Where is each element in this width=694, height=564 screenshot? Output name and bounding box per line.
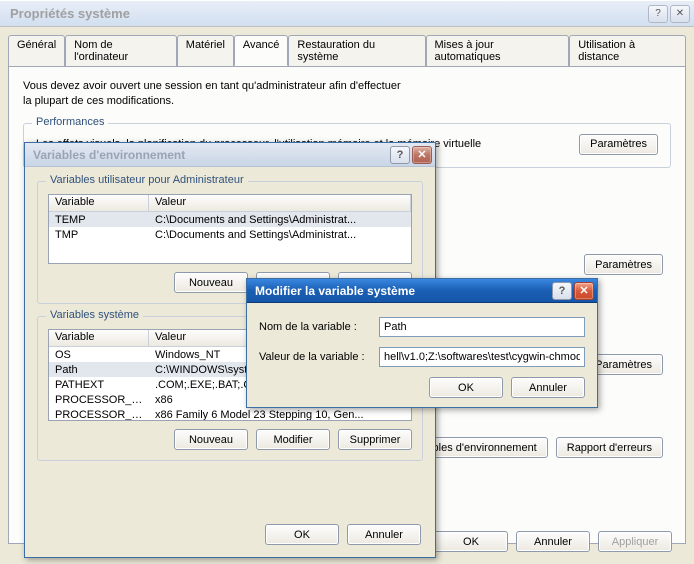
tab-hardware[interactable]: Matériel bbox=[177, 35, 234, 66]
var-name-input[interactable] bbox=[379, 317, 585, 337]
edit-dialog-title-bar: Modifier la variable système ? ✕ bbox=[247, 279, 597, 303]
col-value[interactable]: Valeur bbox=[149, 195, 411, 211]
profiles-settings-button[interactable]: Paramètres bbox=[584, 254, 663, 275]
tab-auto-updates[interactable]: Mises à jour automatiques bbox=[426, 35, 570, 66]
sys-delete-button[interactable]: Supprimer bbox=[338, 429, 412, 450]
close-icon[interactable]: ✕ bbox=[412, 146, 432, 164]
help-icon[interactable]: ? bbox=[648, 5, 668, 23]
edit-cancel-button[interactable]: Annuler bbox=[511, 377, 585, 398]
sys-new-button[interactable]: Nouveau bbox=[174, 429, 248, 450]
env-ok-button[interactable]: OK bbox=[265, 524, 339, 545]
user-new-button[interactable]: Nouveau bbox=[174, 272, 248, 293]
intro-line2: la plupart de ces modifications. bbox=[23, 95, 174, 107]
sys-vars-legend: Variables système bbox=[46, 309, 143, 321]
help-icon[interactable]: ? bbox=[390, 146, 410, 164]
main-cancel-button[interactable]: Annuler bbox=[516, 531, 590, 552]
help-icon[interactable]: ? bbox=[552, 282, 572, 300]
main-apply-button[interactable]: Appliquer bbox=[598, 531, 672, 552]
edit-dialog-title: Modifier la variable système bbox=[255, 284, 552, 298]
var-value-input[interactable] bbox=[379, 347, 585, 367]
tab-system-restore[interactable]: Restauration du système bbox=[288, 35, 425, 66]
list-item[interactable]: TMP C:\Documents and Settings\Administra… bbox=[49, 227, 411, 242]
var-name-label: Nom de la variable : bbox=[259, 321, 379, 333]
window-title: Propriétés système bbox=[10, 6, 648, 21]
close-icon[interactable]: ✕ bbox=[670, 5, 690, 23]
title-bar: Propriétés système ? ✕ bbox=[0, 1, 694, 27]
var-value-label: Valeur de la variable : bbox=[259, 351, 379, 363]
tab-computer-name[interactable]: Nom de l'ordinateur bbox=[65, 35, 177, 66]
main-button-row: OK Annuler Appliquer bbox=[434, 531, 672, 552]
user-vars-list[interactable]: Variable Valeur TEMP C:\Documents and Se… bbox=[48, 194, 412, 264]
tab-general[interactable]: Général bbox=[8, 35, 65, 66]
tab-strip: Général Nom de l'ordinateur Matériel Ava… bbox=[0, 27, 694, 66]
intro-text: Vous devez avoir ouvert une session en t… bbox=[23, 79, 671, 109]
edit-var-dialog: Modifier la variable système ? ✕ Nom de … bbox=[246, 278, 598, 408]
performance-legend: Performances bbox=[32, 116, 108, 128]
env-dialog-title-bar: Variables d'environnement ? ✕ bbox=[25, 143, 435, 167]
main-ok-button[interactable]: OK bbox=[434, 531, 508, 552]
user-vars-legend: Variables utilisateur pour Administrateu… bbox=[46, 174, 248, 186]
error-report-button[interactable]: Rapport d'erreurs bbox=[556, 437, 663, 458]
edit-ok-button[interactable]: OK bbox=[429, 377, 503, 398]
intro-line1: Vous devez avoir ouvert une session en t… bbox=[23, 80, 401, 92]
close-icon[interactable]: ✕ bbox=[574, 282, 594, 300]
tab-advanced[interactable]: Avancé bbox=[234, 35, 289, 66]
tab-remote[interactable]: Utilisation à distance bbox=[569, 35, 686, 66]
env-cancel-button[interactable]: Annuler bbox=[347, 524, 421, 545]
col-variable[interactable]: Variable bbox=[49, 195, 149, 211]
env-dialog-title: Variables d'environnement bbox=[33, 148, 390, 162]
list-item[interactable]: PROCESSOR_ID... x86 Family 6 Model 23 St… bbox=[49, 407, 411, 421]
sys-edit-button[interactable]: Modifier bbox=[256, 429, 330, 450]
col-variable[interactable]: Variable bbox=[49, 330, 149, 346]
list-item[interactable]: TEMP C:\Documents and Settings\Administr… bbox=[49, 212, 411, 227]
performance-settings-button[interactable]: Paramètres bbox=[579, 134, 658, 155]
